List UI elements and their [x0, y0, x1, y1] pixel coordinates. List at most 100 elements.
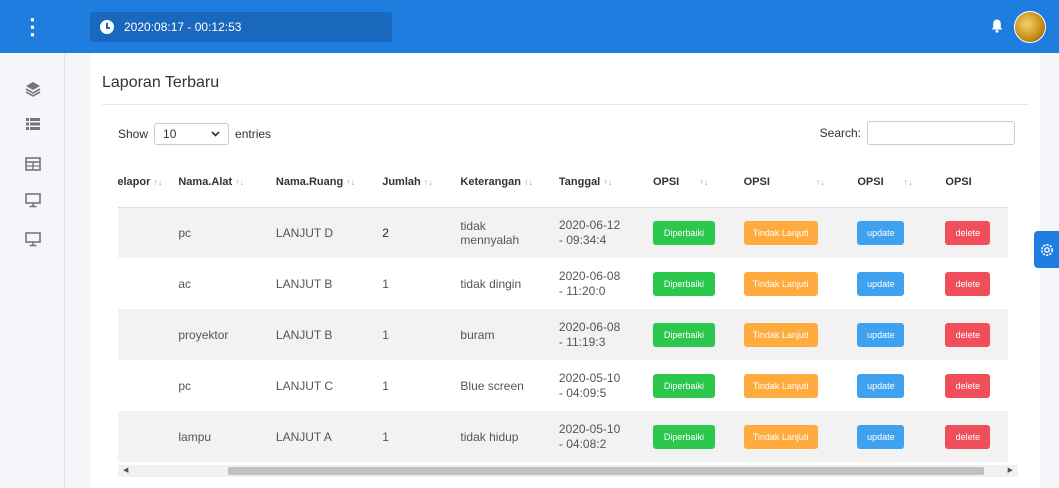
table-row: ac LANJUT B 1 tidak dingin 2020-06-08 - 11:2… — [118, 258, 1008, 309]
update-button[interactable]: update — [857, 424, 905, 449]
scroll-right-icon[interactable]: ▶ — [1008, 465, 1013, 477]
divider — [102, 104, 1028, 105]
avatar[interactable] — [1014, 11, 1046, 43]
cell-pelapor — [118, 309, 171, 360]
tindak-lanjuti-button[interactable]: Tindak Lanjuti — [743, 271, 818, 296]
diperbaiki-button[interactable]: Diperbaiki — [652, 220, 715, 245]
page-title: Laporan Terbaru — [102, 74, 220, 91]
update-button[interactable]: update — [857, 220, 905, 245]
cell-opsi: delete — [933, 360, 1008, 411]
cell-opsi: Tindak Lanjuti — [732, 360, 848, 411]
sidebar — [0, 53, 65, 488]
column-header-jumlah[interactable]: Jumlah ↑↓ — [374, 158, 453, 208]
column-header-tanggal[interactable]: Tanggal ↑↓ — [550, 158, 633, 208]
sort-icon: ↑↓ — [153, 177, 163, 188]
bell-icon[interactable] — [991, 19, 1003, 33]
tindak-lanjuti-button[interactable]: Tindak Lanjuti — [743, 220, 818, 245]
entries-select[interactable]: 10 — [154, 123, 230, 145]
list-icon[interactable] — [24, 115, 42, 133]
scroll-thumb[interactable] — [228, 467, 984, 475]
column-header-opsi-3[interactable]: OPSI ↑↓ — [847, 158, 934, 208]
column-header-opsi-2[interactable]: OPSI ↑↓ — [731, 158, 848, 208]
table-row: proyektor LANJUT B 1 buram 2020-06-08 - 11:1… — [118, 309, 1008, 360]
delete-button[interactable]: delete — [945, 322, 991, 347]
sort-icon: ↑↓ — [603, 177, 613, 188]
search-control: Search: — [820, 121, 1015, 145]
cell-tanggal: 2020-05-10 - 04:09:5 — [558, 370, 621, 400]
cell-opsi: Diperbaiki — [632, 411, 732, 462]
cell-tanggal: 2020-05-10 - 04:08:2 — [550, 411, 633, 462]
scroll-left-icon[interactable]: ◀ — [123, 465, 128, 477]
cell-opsi: Tindak Lanjuti — [731, 411, 848, 462]
table-row: pc LANJUT C 1 Blue screen 2020-05-10 - 04:09… — [118, 360, 1008, 411]
cell-nama-alat: pc — [170, 207, 268, 258]
entries-control: Show 10 entries — [118, 123, 271, 145]
column-header-keterangan[interactable]: Keterangan ↑↓ — [452, 158, 551, 208]
tindak-lanjuti-button[interactable]: Tindak Lanjuti — [743, 322, 818, 347]
update-button[interactable]: update — [857, 373, 905, 398]
cell-jumlah: 1 — [374, 309, 453, 360]
update-button[interactable]: update — [857, 271, 905, 296]
cell-nama-ruang: LANJUT B — [267, 309, 375, 360]
monitor-icon[interactable] — [24, 230, 42, 248]
update-button[interactable]: update — [857, 322, 905, 347]
cell-tanggal: 2020-06-12 - 09:34:4 — [550, 207, 633, 258]
cell-opsi: Tindak Lanjuti — [731, 309, 848, 360]
cell-opsi: delete — [933, 207, 1008, 258]
gear-icon — [1040, 243, 1053, 256]
show-label: Show — [118, 127, 149, 141]
cell-nama-ruang: LANJUT D — [267, 207, 375, 258]
cell-keterangan: tidak mennyalah — [452, 207, 551, 258]
table-row: lampu LANJUT A 1 tidak hidup 2020-05-10 - 04… — [118, 411, 1008, 462]
delete-button[interactable]: delete — [945, 373, 991, 398]
settings-tab[interactable] — [1034, 231, 1059, 268]
monitor-icon[interactable] — [24, 191, 42, 209]
layers-icon[interactable] — [24, 80, 42, 98]
column-header-pelapor[interactable]: Pelapor↑↓ — [118, 158, 171, 208]
delete-button[interactable]: delete — [945, 424, 991, 449]
diperbaiki-button[interactable]: Diperbaiki — [652, 271, 715, 296]
cell-opsi: Diperbaiki — [632, 207, 732, 258]
sort-icon: ↑↓ — [423, 177, 433, 188]
cell-opsi: Diperbaiki — [633, 258, 732, 309]
cell-nama-alat: lampu — [170, 411, 268, 462]
table-icon[interactable] — [24, 155, 42, 173]
cell-opsi: Tindak Lanjuti — [732, 258, 848, 309]
sort-icon: ↑↓ — [903, 177, 913, 188]
sort-icon: ↑↓ — [523, 177, 533, 188]
sort-icon: ↑↓ — [699, 177, 709, 188]
table-row: pc LANJUT D 2 tidak mennyalah 2020-06-12 - 0… — [118, 207, 1008, 258]
kebab-menu-icon[interactable]: ⋮ — [0, 0, 65, 53]
cell-opsi: delete — [933, 411, 1008, 462]
cell-opsi: update — [847, 411, 934, 462]
column-header-opsi-4[interactable]: OPSI — [933, 158, 1008, 208]
chevron-down-icon — [211, 131, 220, 137]
clock-icon — [100, 20, 114, 34]
column-header-opsi-1[interactable]: OPSI ↑↓ — [632, 158, 732, 208]
delete-button[interactable]: delete — [945, 220, 991, 245]
cell-opsi: Tindak Lanjuti — [731, 207, 848, 258]
entries-value: 10 — [163, 127, 177, 141]
cell-opsi: update — [847, 207, 934, 258]
diperbaiki-button[interactable]: Diperbaiki — [652, 424, 715, 449]
diperbaiki-button[interactable]: Diperbaiki — [652, 322, 715, 347]
column-header-nama-ruang[interactable]: Nama.Ruang ↑↓ — [267, 158, 375, 208]
cell-nama-alat: ac — [178, 276, 192, 291]
search-input[interactable] — [867, 121, 1015, 145]
cell-jumlah: 1 — [374, 411, 453, 462]
cell-keterangan: tidak hidup — [452, 411, 551, 462]
table-container: Pelapor↑↓ Nama.Alat↑↓ Nama.Ruang↑↓ Jumla… — [118, 158, 1018, 463]
cell-jumlah: 1 — [382, 378, 389, 393]
delete-button[interactable]: delete — [945, 271, 991, 296]
tindak-lanjuti-button[interactable]: Tindak Lanjuti — [743, 424, 818, 449]
cell-pelapor — [118, 360, 170, 411]
cell-nama-ruang: LANJUT A — [267, 411, 375, 462]
cell-pelapor — [118, 258, 170, 309]
column-header-nama-alat[interactable]: Nama.Alat ↑↓ — [170, 158, 268, 208]
cell-pelapor — [118, 411, 171, 462]
cell-nama-ruang: LANJUT C — [275, 378, 334, 393]
horizontal-scrollbar[interactable]: ◀ ▶ — [118, 465, 1018, 477]
tindak-lanjuti-button[interactable]: Tindak Lanjuti — [743, 373, 818, 398]
cell-jumlah: 2 — [374, 207, 453, 258]
diperbaiki-button[interactable]: Diperbaiki — [652, 373, 715, 398]
